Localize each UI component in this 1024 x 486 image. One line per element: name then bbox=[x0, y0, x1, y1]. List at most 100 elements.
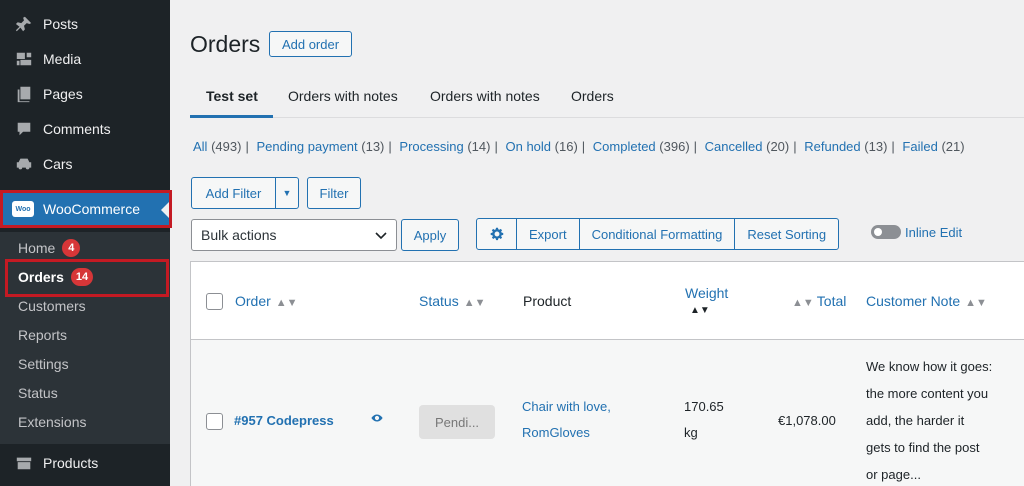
eye-icon[interactable] bbox=[369, 408, 385, 434]
status-filter-links: All (493) | Pending payment (13) | Process… bbox=[193, 139, 965, 154]
filter-failed[interactable]: Failed bbox=[902, 139, 937, 154]
filter-count: (13) bbox=[361, 139, 385, 154]
pin-icon bbox=[14, 14, 34, 34]
column-order[interactable]: Order ▲▼ bbox=[235, 293, 298, 309]
filter-button[interactable]: Filter bbox=[307, 177, 361, 209]
page-title: Orders bbox=[190, 31, 261, 57]
conditional-formatting-button[interactable]: Conditional Formatting bbox=[580, 219, 736, 249]
export-button[interactable]: Export bbox=[517, 219, 580, 249]
active-tab-indicator bbox=[190, 115, 273, 118]
add-filter-group: Add Filter ▼ bbox=[191, 177, 299, 209]
column-label: Weight bbox=[685, 285, 729, 301]
order-link[interactable]: #957 Codepress bbox=[234, 408, 334, 434]
submenu-item-customers[interactable]: Customers bbox=[18, 295, 86, 317]
table-tools-group: Export Conditional Formatting Reset Sort… bbox=[476, 218, 840, 250]
submenu-item-status[interactable]: Status bbox=[18, 382, 58, 404]
filter-completed[interactable]: Completed bbox=[593, 139, 656, 154]
note-line: We know how it goes: bbox=[866, 359, 993, 374]
submenu-item-label: Home bbox=[18, 240, 56, 256]
filter-count: (16) bbox=[554, 139, 578, 154]
column-status[interactable]: Status ▲▼ bbox=[419, 293, 485, 309]
sort-descending-icon: ▲▼ bbox=[690, 305, 710, 316]
column-weight[interactable]: Weight bbox=[685, 285, 728, 301]
sidebar-item-cars[interactable]: Cars bbox=[0, 146, 170, 181]
sort-icon: ▲▼ bbox=[792, 297, 814, 309]
add-filter-dropdown-icon[interactable]: ▼ bbox=[276, 178, 298, 208]
tab-orders[interactable]: Orders bbox=[571, 88, 614, 104]
main-content: Orders Add order Test set Orders with no… bbox=[170, 0, 1024, 486]
tab-orders-with-notes[interactable]: Orders with notes bbox=[288, 88, 398, 104]
products-icon bbox=[14, 453, 34, 473]
column-label: Total bbox=[816, 293, 847, 309]
submenu-item-reports[interactable]: Reports bbox=[18, 324, 67, 346]
pages-icon bbox=[14, 84, 34, 104]
status-badge: Pendi... bbox=[419, 405, 495, 439]
column-total[interactable]: ▲▼ Total bbox=[792, 293, 846, 309]
column-product: Product bbox=[523, 293, 572, 309]
select-all-checkbox[interactable] bbox=[206, 293, 223, 310]
weight-unit: kg bbox=[684, 425, 698, 440]
filter-processing[interactable]: Processing bbox=[399, 139, 463, 154]
filter-cancelled[interactable]: Cancelled bbox=[705, 139, 763, 154]
row-checkbox[interactable] bbox=[206, 413, 223, 430]
sidebar-item-label: Posts bbox=[43, 15, 79, 32]
sidebar-item-posts[interactable]: Posts bbox=[0, 6, 170, 41]
bulk-actions-value: Bulk actions bbox=[201, 227, 277, 243]
filter-count: (396) bbox=[659, 139, 690, 154]
chevron-down-icon bbox=[375, 232, 387, 240]
reset-sorting-button[interactable]: Reset Sorting bbox=[735, 219, 838, 249]
table-header: Order ▲▼ Status ▲▼ Product Weight ▲▼ ▲▼ Tot… bbox=[191, 262, 1024, 340]
sidebar-item-woocommerce[interactable]: Woo WooCommerce bbox=[0, 190, 172, 228]
sidebar-item-comments[interactable]: Comments bbox=[0, 111, 170, 146]
car-icon bbox=[14, 154, 34, 174]
inline-edit-label: Inline Edit bbox=[905, 225, 963, 240]
view-tabs: Test set Orders with notes Orders with n… bbox=[190, 76, 1024, 118]
filter-count: (14) bbox=[467, 139, 491, 154]
filter-refunded[interactable]: Refunded bbox=[804, 139, 860, 154]
filter-onhold[interactable]: On hold bbox=[505, 139, 551, 154]
orders-highlight-box bbox=[5, 259, 169, 297]
sidebar-item-media[interactable]: Media bbox=[0, 41, 170, 76]
bulk-actions-select[interactable]: Bulk actions bbox=[191, 219, 397, 251]
add-filter-button[interactable]: Add Filter bbox=[192, 178, 276, 208]
product-link[interactable]: Chair with love, bbox=[522, 394, 611, 420]
woo-logo-icon: Woo bbox=[12, 201, 34, 217]
inline-edit-toggle[interactable] bbox=[871, 225, 901, 239]
filter-count: (21) bbox=[941, 139, 965, 154]
product-link[interactable]: RomGloves bbox=[522, 420, 590, 446]
note-line: gets to find the post bbox=[866, 440, 980, 455]
note-line: or page... bbox=[866, 467, 921, 482]
apply-button[interactable]: Apply bbox=[401, 219, 459, 251]
filter-count: (20) bbox=[766, 139, 790, 154]
add-order-button[interactable]: Add order bbox=[269, 31, 352, 57]
orders-table: Order ▲▼ Status ▲▼ Product Weight ▲▼ ▲▼ Tot… bbox=[190, 261, 1024, 486]
comment-icon bbox=[14, 119, 34, 139]
sidebar-item-label: Media bbox=[43, 50, 82, 67]
column-label: Status bbox=[419, 293, 459, 309]
total-value: €1,078.00 bbox=[778, 413, 836, 428]
gear-icon[interactable] bbox=[477, 219, 517, 249]
sort-icon: ▲▼ bbox=[463, 297, 486, 309]
column-label: Customer Note bbox=[866, 293, 961, 309]
sidebar-item-pages[interactable]: Pages bbox=[0, 76, 170, 111]
filter-count: (13) bbox=[864, 139, 888, 154]
tab-test-set[interactable]: Test set bbox=[206, 88, 258, 104]
column-customer-note[interactable]: Customer Note ▲▼ bbox=[866, 293, 987, 309]
sidebar-item-products[interactable]: Products bbox=[0, 445, 170, 480]
sidebar-item-label: Products bbox=[43, 454, 99, 471]
column-label: Order bbox=[235, 293, 271, 309]
filter-all[interactable]: All bbox=[193, 139, 207, 154]
submenu-item-settings[interactable]: Settings bbox=[18, 353, 69, 375]
sidebar-item-label: Pages bbox=[43, 85, 83, 102]
home-count-badge: 4 bbox=[62, 239, 81, 257]
filter-pending[interactable]: Pending payment bbox=[256, 139, 357, 154]
submenu-item-extensions[interactable]: Extensions bbox=[18, 411, 86, 433]
note-line: add, the harder it bbox=[866, 413, 965, 428]
note-line: the more content you bbox=[866, 386, 989, 401]
sort-icon: ▲▼ bbox=[275, 297, 298, 309]
tab-orders-with-notes-2[interactable]: Orders with notes bbox=[430, 88, 540, 104]
weight-value: 170.65 bbox=[684, 399, 724, 414]
table-row: #957 Codepress Pendi... Chair with love,… bbox=[191, 340, 1024, 486]
submenu-item-home[interactable]: Home 4 bbox=[18, 237, 81, 259]
admin-sidebar: Posts Media Pages Comments Cars Woo WooC… bbox=[0, 0, 172, 486]
